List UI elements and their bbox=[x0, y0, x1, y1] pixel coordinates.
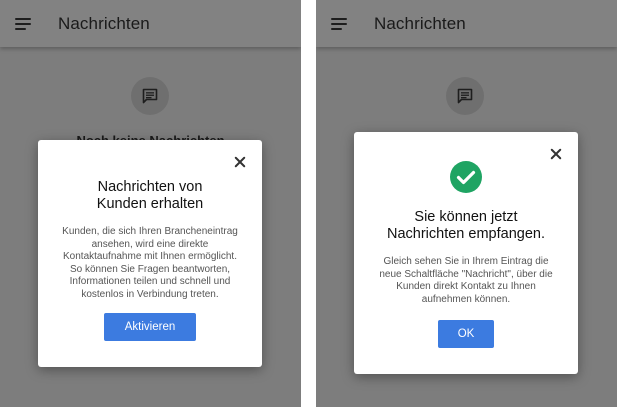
dialog-body-line: ansehen, wird eine direkte bbox=[91, 238, 209, 250]
dialog-body-line: Kunden direkt Kontakt zu Ihnen bbox=[396, 281, 536, 293]
close-icon[interactable] bbox=[234, 156, 246, 168]
app-bar-title: Nachrichten bbox=[58, 14, 150, 33]
message-icon bbox=[142, 88, 158, 104]
dialog-body-line: neue Schaltfläche "Nachricht", über die bbox=[379, 268, 553, 280]
ok-button[interactable]: OK bbox=[438, 320, 494, 348]
dialog-title: Sie können jetzt Nachrichten empfangen. bbox=[364, 209, 568, 243]
dialog-title-line: Sie können jetzt bbox=[414, 209, 518, 225]
dialog-body: Kunden, die sich Ihren Brancheneintrag a… bbox=[50, 226, 250, 302]
dialog-title-line: Kunden erhalten bbox=[96, 196, 204, 212]
message-placeholder bbox=[446, 77, 484, 115]
dialog-title-line: Nachrichten empfangen. bbox=[387, 226, 545, 242]
dialog-body-line: So können Sie Fragen beantworten, bbox=[69, 263, 231, 275]
dialog-body-line: aufnehmen können. bbox=[421, 293, 511, 305]
messages-enabled-dialog: Sie können jetzt Nachrichten empfangen. … bbox=[354, 132, 578, 374]
dialog-body-line: Kontaktaufnahme mit Ihnen ermöglicht. bbox=[63, 251, 237, 263]
dialog-title: Nachrichten von Kunden erhalten bbox=[48, 179, 252, 213]
close-icon[interactable] bbox=[550, 148, 562, 160]
app-bar-title: Nachrichten bbox=[374, 14, 466, 33]
dialog-title-line: Nachrichten von bbox=[97, 179, 203, 195]
app-bar: Nachrichten bbox=[316, 0, 617, 47]
message-placeholder bbox=[131, 77, 169, 115]
check-circle-icon bbox=[450, 161, 482, 193]
menu-icon[interactable] bbox=[331, 18, 347, 30]
screen-after: Nachrichten Sie können jetzt Nachrichten… bbox=[316, 0, 617, 407]
activate-button[interactable]: Aktivieren bbox=[104, 313, 196, 341]
menu-icon[interactable] bbox=[15, 18, 31, 30]
screen-before: Nachrichten Noch keine Nachrichten Nachr… bbox=[0, 0, 301, 407]
comparison-stage: Nachrichten Noch keine Nachrichten Nachr… bbox=[0, 0, 617, 407]
dialog-body: Gleich sehen Sie in Ihrem Eintrag die ne… bbox=[366, 256, 566, 306]
dialog-body-line: Gleich sehen Sie in Ihrem Eintrag die bbox=[383, 256, 549, 267]
dialog-body-line: Kunden, die sich Ihren Brancheneintrag bbox=[62, 226, 238, 237]
app-bar: Nachrichten bbox=[0, 0, 301, 47]
message-icon bbox=[457, 88, 473, 104]
enable-messages-dialog: Nachrichten von Kunden erhalten Kunden, … bbox=[38, 140, 262, 367]
dialog-body-line: Informationen teilen und schnell und bbox=[69, 276, 231, 288]
dialog-body-line: kostenlos in Verbindung treten. bbox=[81, 288, 219, 300]
